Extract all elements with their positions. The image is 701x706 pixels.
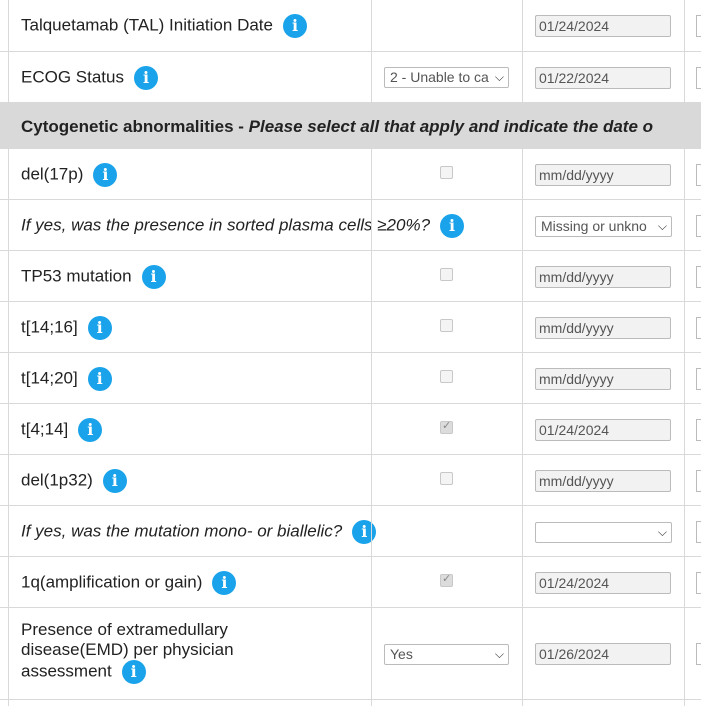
- row-label: Talquetamab (TAL) Initiation Date: [21, 15, 273, 35]
- checkbox[interactable]: [440, 268, 453, 281]
- row-del1p32: del(1p32) i mm/dd/yyyy: [0, 455, 701, 506]
- column-divider: [8, 0, 9, 103]
- chevron-down-icon: ⌵: [657, 219, 667, 233]
- row-1q-amplification: 1q(amplification or gain) i 01/24/2024: [0, 557, 701, 608]
- date-input[interactable]: 01/24/2024: [535, 572, 671, 594]
- row-sorted-plasma-cells: If yes, was the presence in sorted plasm…: [0, 200, 701, 251]
- row-ecog-status: ECOG Status i 2 - Unable to ca ⌵ 01/22/202…: [0, 52, 701, 103]
- checkbox[interactable]: [440, 319, 453, 332]
- row-label: t[4;14]: [21, 419, 69, 439]
- next-column-input[interactable]: [696, 317, 701, 339]
- row-label-line2: disease(EMD) per physician: [21, 640, 234, 659]
- row-label-line3: assessment: [21, 661, 112, 681]
- info-icon[interactable]: i: [141, 265, 166, 289]
- presence-select[interactable]: Missing or unkno ⌵: [535, 216, 672, 237]
- row-label: del(1p32): [21, 470, 93, 490]
- date-input[interactable]: 01/26/2024: [535, 643, 671, 665]
- date-input[interactable]: mm/dd/yyyy: [535, 368, 671, 390]
- date-input[interactable]: 01/24/2024: [535, 419, 671, 441]
- info-icon[interactable]: i: [352, 520, 377, 544]
- row-label: del(17p): [21, 164, 84, 184]
- column-divider: [8, 149, 9, 706]
- ecog-select[interactable]: 2 - Unable to ca ⌵: [384, 67, 509, 88]
- info-icon[interactable]: i: [87, 367, 112, 391]
- chevron-down-icon: ⌵: [657, 525, 667, 539]
- next-column-input[interactable]: [696, 521, 701, 543]
- chevron-down-icon: ⌵: [494, 647, 504, 661]
- info-icon[interactable]: i: [440, 214, 465, 238]
- next-column-input[interactable]: [696, 215, 701, 237]
- column-divider: [684, 0, 685, 103]
- next-column-input[interactable]: [696, 419, 701, 441]
- info-icon[interactable]: i: [212, 571, 237, 595]
- allelic-select[interactable]: ⌵: [535, 522, 672, 543]
- row-t14-20: t[14;20] i mm/dd/yyyy: [0, 353, 701, 404]
- info-icon[interactable]: i: [102, 469, 127, 493]
- info-icon[interactable]: i: [87, 316, 112, 340]
- row-label: If yes, was the presence in sorted plasm…: [21, 215, 431, 235]
- checkbox[interactable]: [440, 370, 453, 383]
- column-divider: [522, 0, 523, 103]
- section-header-cytogenetics: Cytogenetic abnormalities - Please selec…: [0, 103, 701, 149]
- checkbox-checked[interactable]: [440, 419, 453, 434]
- next-column-input[interactable]: [696, 266, 701, 288]
- header-title: Cytogenetic abnormalities -: [21, 117, 249, 136]
- info-icon[interactable]: i: [282, 14, 307, 38]
- row-label: 1q(amplification or gain): [21, 572, 203, 592]
- row-mono-biallelic: If yes, was the mutation mono- or bialle…: [0, 506, 701, 557]
- info-icon[interactable]: i: [133, 66, 158, 90]
- date-input[interactable]: 01/24/2024: [535, 15, 671, 37]
- row-tal-initiation: Talquetamab (TAL) Initiation Date i 01/24…: [0, 0, 701, 52]
- row-tp53: TP53 mutation i mm/dd/yyyy: [0, 251, 701, 302]
- info-icon[interactable]: i: [78, 418, 103, 442]
- date-input[interactable]: mm/dd/yyyy: [535, 266, 671, 288]
- column-divider: [371, 0, 372, 103]
- row-t4-14: t[4;14] i 01/24/2024: [0, 404, 701, 455]
- info-icon[interactable]: i: [93, 163, 118, 187]
- checkbox[interactable]: [440, 472, 453, 485]
- row-label: ECOG Status: [21, 67, 124, 87]
- row-label: t[14;20]: [21, 368, 78, 388]
- next-column-input[interactable]: [696, 643, 701, 665]
- date-input[interactable]: mm/dd/yyyy: [535, 470, 671, 492]
- next-column-input[interactable]: [696, 67, 701, 89]
- chevron-down-icon: ⌵: [494, 70, 504, 84]
- checkbox[interactable]: [440, 166, 453, 179]
- checkbox-checked[interactable]: [440, 572, 453, 587]
- header-instruction: Please select all that apply and indicat…: [248, 117, 654, 136]
- date-input[interactable]: 01/22/2024: [535, 67, 671, 89]
- next-column-input[interactable]: [696, 15, 701, 37]
- column-divider: [684, 149, 685, 706]
- next-column-input[interactable]: [696, 164, 701, 186]
- row-label-line1: Presence of extramedullary: [21, 620, 228, 639]
- next-column-input[interactable]: [696, 368, 701, 390]
- next-column-input[interactable]: [696, 470, 701, 492]
- row-label: If yes, was the mutation mono- or bialle…: [21, 521, 343, 541]
- row-label: t[14;16]: [21, 317, 78, 337]
- row-t14-16: t[14;16] i mm/dd/yyyy: [0, 302, 701, 353]
- date-input[interactable]: mm/dd/yyyy: [535, 164, 671, 186]
- row-emd: Presence of extramedullary disease(EMD) …: [0, 608, 701, 700]
- column-divider: [522, 149, 523, 706]
- next-column-input[interactable]: [696, 572, 701, 594]
- info-icon[interactable]: i: [121, 660, 146, 684]
- row-del17p: del(17p) i mm/dd/yyyy: [0, 149, 701, 200]
- row-label: TP53 mutation: [21, 266, 132, 286]
- emd-select[interactable]: Yes ⌵: [384, 644, 509, 665]
- column-divider: [371, 149, 372, 706]
- date-input[interactable]: mm/dd/yyyy: [535, 317, 671, 339]
